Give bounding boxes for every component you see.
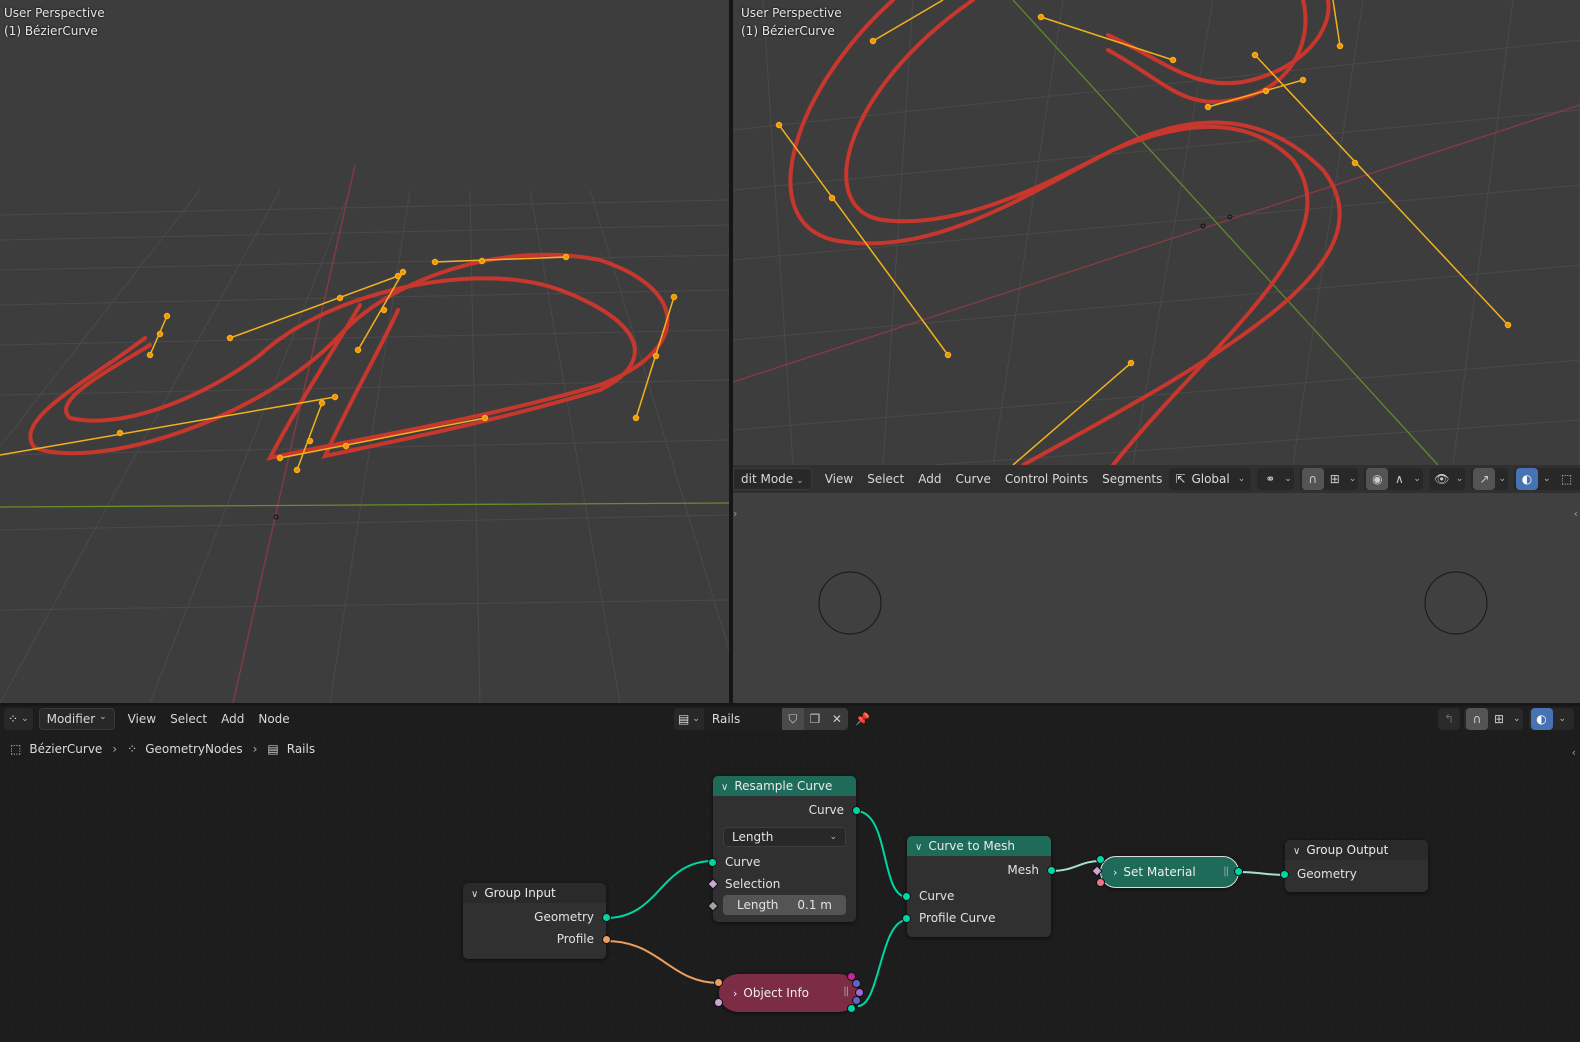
socket-label: Selection bbox=[725, 877, 781, 891]
input-socket-material[interactable] bbox=[1096, 878, 1105, 887]
node-title: Resample Curve bbox=[734, 779, 833, 793]
node-set-material[interactable]: › Set Material || bbox=[1091, 855, 1243, 888]
bezier-handles bbox=[0, 253, 678, 474]
active-object-label: (1) BézierCurve bbox=[4, 24, 98, 38]
socket-row: Geometry bbox=[1280, 863, 1428, 885]
node-group-input[interactable]: ∨ Group Input Geometry Profile bbox=[463, 883, 611, 959]
viewport-3d-right[interactable]: User Perspective (1) BézierCurve ‹› bbox=[733, 0, 1580, 465]
input-socket-geometry[interactable] bbox=[1096, 855, 1105, 864]
output-socket-location[interactable] bbox=[852, 979, 861, 988]
chevron-down-icon[interactable]: ∨ bbox=[915, 842, 922, 853]
length-field[interactable]: Length 0.1 m bbox=[723, 895, 846, 915]
socket-row: Profile Curve bbox=[902, 907, 1051, 929]
field-value: 0.1 m bbox=[797, 898, 832, 912]
node-header: ∨ Curve to Mesh bbox=[907, 836, 1051, 856]
output-socket-profile[interactable] bbox=[602, 935, 611, 944]
chevron-down-icon[interactable]: ∨ bbox=[721, 782, 728, 793]
input-socket-curve[interactable] bbox=[708, 858, 717, 867]
socket-label: Curve bbox=[919, 889, 955, 903]
active-object-label: (1) BézierCurve bbox=[741, 24, 835, 38]
chevron-down-icon: ⌄ bbox=[829, 832, 837, 842]
socket-label: Geometry bbox=[1297, 867, 1357, 881]
resize-grip-icon[interactable]: || bbox=[843, 986, 849, 997]
socket-label: Curve bbox=[725, 855, 761, 869]
mode-dropdown[interactable]: Length ⌄ bbox=[723, 827, 846, 847]
viewport-bottom-scene bbox=[818, 571, 1488, 635]
link-geometry-to-resample bbox=[605, 860, 714, 919]
input-socket-as-instance[interactable] bbox=[714, 998, 723, 1007]
perspective-label: User Perspective bbox=[4, 6, 105, 20]
node-resample-curve[interactable]: ∨ Resample Curve Curve Length ⌄ Curve Sele… bbox=[707, 776, 861, 922]
node-object-info[interactable]: › Object Info || bbox=[714, 972, 864, 1013]
chevron-right-icon[interactable]: › bbox=[1113, 866, 1117, 879]
socket-label: Curve bbox=[808, 803, 844, 817]
socket-row: Geometry bbox=[463, 906, 611, 928]
field-label: Length bbox=[737, 898, 779, 912]
socket-row: Curve bbox=[713, 799, 861, 821]
input-socket-curve[interactable] bbox=[902, 892, 911, 901]
chevron-down-icon[interactable]: ∨ bbox=[1293, 846, 1300, 857]
node-title: Object Info bbox=[743, 986, 810, 1000]
output-socket-curve[interactable] bbox=[852, 806, 861, 815]
node-curve-to-mesh[interactable]: ∨ Curve to Mesh Mesh Curve Profile Curve bbox=[902, 836, 1056, 937]
input-socket-object[interactable] bbox=[714, 978, 723, 987]
viewport-3d-left[interactable]: User Perspective (1) BézierCurve bbox=[0, 0, 729, 703]
node-title: Group Input bbox=[484, 886, 556, 900]
viewport-3d-bottom[interactable]: dit Mode ⌄ View Select Add Curve Control … bbox=[733, 465, 1580, 703]
socket-label: Profile Curve bbox=[919, 911, 996, 925]
socket-row: Profile bbox=[463, 928, 611, 950]
mode-label: Length bbox=[732, 830, 774, 844]
node-title: Group Output bbox=[1306, 843, 1389, 857]
socket-row: Selection bbox=[707, 873, 856, 895]
node-header: ∨ Group Input bbox=[463, 883, 606, 903]
navigation-circle-right bbox=[1424, 571, 1488, 635]
socket-label: Geometry bbox=[534, 910, 594, 924]
socket-row: Length 0.1 m bbox=[707, 895, 856, 917]
link-resample-to-curvetomesh bbox=[855, 810, 908, 898]
output-socket-geometry[interactable] bbox=[1234, 867, 1243, 876]
resize-grip-icon[interactable]: || bbox=[1223, 866, 1229, 877]
navigation-circle-left bbox=[818, 571, 882, 635]
node-group-output[interactable]: ∨ Group Output Geometry bbox=[1280, 840, 1428, 892]
output-socket-geometry[interactable] bbox=[602, 913, 611, 922]
origin-point bbox=[1200, 223, 1206, 229]
socket-row: Mesh bbox=[907, 859, 1056, 881]
socket-row: Curve bbox=[902, 885, 1051, 907]
node-header: ∨ Resample Curve bbox=[713, 776, 856, 796]
socket-label: Mesh bbox=[1007, 863, 1039, 877]
viewport-right-scene bbox=[733, 0, 1580, 465]
viewport-left-info: User Perspective (1) BézierCurve bbox=[4, 4, 105, 40]
input-socket-profile-curve[interactable] bbox=[902, 914, 911, 923]
link-objectinfo-to-profile bbox=[857, 919, 908, 1007]
output-socket-mesh[interactable] bbox=[1047, 866, 1056, 875]
perspective-label: User Perspective bbox=[741, 6, 842, 20]
viewport-right-info: User Perspective (1) BézierCurve bbox=[741, 4, 842, 40]
link-profile-to-objectinfo bbox=[605, 940, 720, 984]
chevron-down-icon[interactable]: ∨ bbox=[471, 889, 478, 900]
geometry-node-editor[interactable]: ⁘ ⌄ Modifier ⌄ View Select Add Node ▤ ⌄ Rai… bbox=[0, 706, 1580, 1042]
node-header: ∨ Group Output bbox=[1285, 840, 1428, 860]
node-title: Set Material bbox=[1123, 865, 1196, 879]
input-socket-geometry[interactable] bbox=[1280, 870, 1289, 879]
bezier-curve-tubes bbox=[788, 0, 1342, 465]
viewport-left-scene bbox=[0, 164, 729, 703]
node-title: Curve to Mesh bbox=[928, 839, 1015, 853]
link-setmaterial-to-output bbox=[1238, 871, 1286, 876]
socket-row: Curve bbox=[708, 851, 856, 873]
chevron-right-icon[interactable]: › bbox=[733, 987, 737, 1000]
floor-grid bbox=[733, 0, 1580, 465]
output-socket-geometry[interactable] bbox=[847, 1004, 856, 1013]
y-axis-line bbox=[1012, 0, 1439, 465]
socket-label: Profile bbox=[556, 932, 594, 946]
